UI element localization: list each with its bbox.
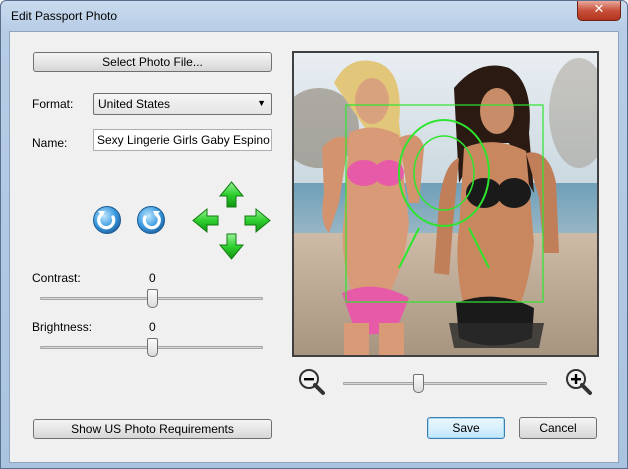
contrast-label: Contrast: — [32, 271, 81, 285]
rotate-right-icon[interactable] — [136, 205, 166, 235]
photo-image — [294, 53, 597, 355]
zoom-out-icon[interactable] — [298, 368, 326, 396]
save-button[interactable]: Save — [427, 417, 505, 439]
dialog-window: Edit Passport Photo ✕ Select Photo File.… — [0, 0, 628, 469]
rotate-left-icon[interactable] — [92, 205, 122, 235]
brightness-value: 0 — [149, 320, 156, 334]
show-us-photo-requirements-button[interactable]: Show US Photo Requirements — [33, 419, 272, 439]
zoom-in-icon[interactable] — [565, 368, 593, 396]
contrast-value: 0 — [149, 271, 156, 285]
window-title: Edit Passport Photo — [11, 9, 118, 23]
format-selected-value: United States — [98, 97, 171, 111]
move-left-arrow-icon[interactable] — [192, 207, 219, 234]
select-photo-file-button[interactable]: Select Photo File... — [33, 52, 272, 72]
format-select[interactable]: United States ▼ — [93, 93, 272, 115]
zoom-slider-thumb[interactable] — [413, 374, 424, 393]
cancel-button[interactable]: Cancel — [519, 417, 597, 439]
name-input-value: Sexy Lingerie Girls Gaby Espino & — [97, 133, 272, 147]
zoom-slider-track[interactable] — [343, 382, 547, 385]
brightness-label: Brightness: — [32, 320, 93, 334]
brightness-slider-thumb[interactable] — [147, 338, 158, 357]
contrast-slider-thumb[interactable] — [147, 289, 158, 308]
name-label: Name: — [32, 136, 68, 150]
chevron-down-icon: ▼ — [257, 98, 266, 108]
move-down-arrow-icon[interactable] — [218, 233, 245, 260]
move-arrows-icon — [192, 181, 271, 260]
move-right-arrow-icon[interactable] — [244, 207, 271, 234]
move-up-arrow-icon[interactable] — [218, 181, 245, 208]
name-input[interactable]: Sexy Lingerie Girls Gaby Espino & — [93, 129, 272, 151]
title-bar: Edit Passport Photo ✕ — [1, 1, 627, 31]
dialog-client-area: Select Photo File... Format: United Stat… — [9, 31, 619, 463]
photo-preview[interactable] — [292, 51, 599, 357]
format-label: Format: — [32, 97, 74, 111]
close-button[interactable]: ✕ — [577, 1, 621, 21]
